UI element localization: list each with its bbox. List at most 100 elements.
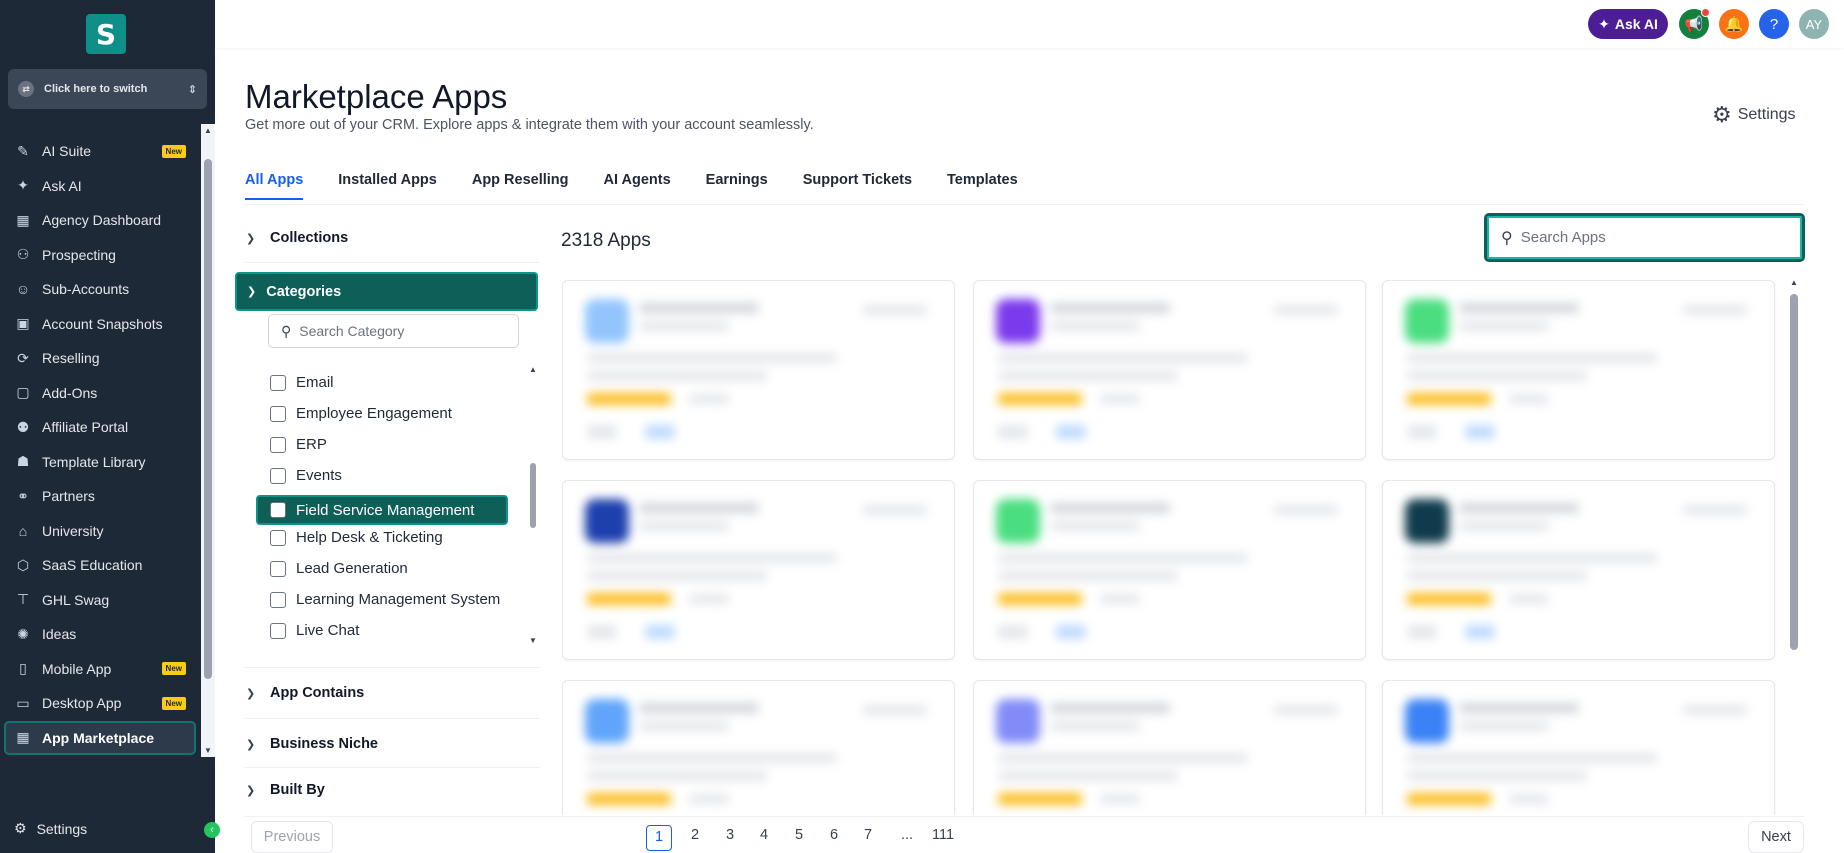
- sidebar-item-add-ons[interactable]: ▢ Add-Ons: [0, 376, 200, 411]
- category-option[interactable]: ERP: [270, 436, 327, 453]
- scroll-up-icon[interactable]: ▲: [1790, 278, 1798, 287]
- sidebar-item-account-snapshots[interactable]: ▣ Account Snapshots: [0, 307, 200, 342]
- category-checkbox[interactable]: [270, 529, 286, 546]
- page-number[interactable]: 2: [685, 827, 705, 843]
- scroll-up-icon[interactable]: ▲: [204, 126, 212, 135]
- page-number[interactable]: 4: [754, 827, 774, 843]
- blurred-placeholder: [689, 794, 729, 804]
- category-option[interactable]: Live Chat: [270, 622, 359, 639]
- page-number[interactable]: 7: [858, 827, 878, 843]
- category-option[interactable]: Learning Management System: [270, 591, 500, 608]
- category-checkbox[interactable]: [270, 622, 286, 639]
- blurred-placeholder: [863, 705, 927, 715]
- blurred-placeholder: [1407, 793, 1491, 805]
- page-number[interactable]: 1: [646, 825, 672, 851]
- sidebar-item-affiliate-portal[interactable]: ⚉ Affiliate Portal: [0, 410, 200, 445]
- sidebar-settings[interactable]: ⚙ Settings: [14, 820, 87, 837]
- search-icon: ⚲: [281, 322, 292, 339]
- category-checkbox[interactable]: [270, 374, 286, 391]
- tab-ai-agents[interactable]: AI Agents: [604, 172, 671, 200]
- category-checkbox[interactable]: [270, 405, 286, 422]
- page-number[interactable]: 3: [720, 827, 740, 843]
- scroll-up-icon[interactable]: ▲: [529, 365, 537, 374]
- sidebar-item-ghl-swag[interactable]: ⊤ GHL Swag: [0, 583, 200, 618]
- category-search-input[interactable]: ⚲ Search Category: [268, 314, 519, 348]
- blurred-placeholder: [1683, 505, 1747, 515]
- filter-categories[interactable]: ❯ Categories: [235, 272, 538, 311]
- category-option[interactable]: Employee Engagement: [270, 405, 452, 422]
- sidebar-item-ideas[interactable]: ✺ Ideas: [0, 617, 200, 652]
- sidebar-item-partners[interactable]: ⚭ Partners: [0, 479, 200, 514]
- app-card[interactable]: [562, 480, 955, 660]
- announcements-button[interactable]: 📢: [1679, 8, 1710, 39]
- category-option[interactable]: Field Service Management: [256, 495, 508, 525]
- sidebar-scroll-thumb[interactable]: [204, 159, 212, 679]
- sidebar-item-ai-suite[interactable]: ✎ AI Suite New: [0, 134, 200, 169]
- sidebar-item-sub-accounts[interactable]: ☺ Sub-Accounts: [0, 272, 200, 307]
- tab-support-tickets[interactable]: Support Tickets: [803, 172, 912, 200]
- category-option[interactable]: Help Desk & Ticketing: [270, 529, 443, 546]
- sidebar-item-template-library[interactable]: ☗ Template Library: [0, 445, 200, 480]
- sidebar-item-mobile-app[interactable]: ▯ Mobile App New: [0, 652, 200, 687]
- sidebar-item-ask-ai[interactable]: ✦ Ask AI: [0, 169, 200, 204]
- blurred-placeholder: [1459, 503, 1579, 513]
- category-scroll-thumb[interactable]: [530, 463, 536, 528]
- ask-ai-button[interactable]: ✦ Ask AI: [1588, 9, 1668, 39]
- help-button[interactable]: ?: [1759, 9, 1789, 39]
- main-scroll-thumb[interactable]: [1790, 294, 1798, 650]
- app-card[interactable]: [1382, 680, 1775, 815]
- sidebar-item-agency-dashboard[interactable]: ▦ Agency Dashboard: [0, 203, 200, 238]
- filter-collections[interactable]: ❯ Collections: [246, 230, 348, 246]
- sidebar-item-saas-education[interactable]: ⬡ SaaS Education: [0, 548, 200, 583]
- category-checkbox[interactable]: [270, 591, 286, 608]
- collapse-sidebar-button[interactable]: ‹: [204, 822, 220, 838]
- next-page-button[interactable]: Next: [1748, 821, 1804, 853]
- category-checkbox[interactable]: [270, 560, 286, 577]
- page-number[interactable]: 5: [789, 827, 809, 843]
- app-card[interactable]: [1382, 280, 1775, 460]
- sidebar-item-prospecting[interactable]: ⚇ Prospecting: [0, 238, 200, 273]
- category-checkbox[interactable]: [270, 467, 286, 484]
- filter-built-by[interactable]: ❯ Built By: [246, 782, 325, 798]
- tab-templates[interactable]: Templates: [947, 172, 1018, 200]
- blurred-placeholder: [1459, 721, 1549, 731]
- header-settings-button[interactable]: ⚙ Settings: [1712, 102, 1796, 128]
- main-scrollbar[interactable]: ▲: [1789, 278, 1799, 672]
- tab-installed-apps[interactable]: Installed Apps: [338, 172, 437, 200]
- app-card[interactable]: [562, 680, 955, 815]
- logo[interactable]: S: [86, 14, 126, 54]
- app-card[interactable]: [973, 680, 1366, 815]
- scroll-down-icon[interactable]: ▼: [529, 636, 537, 645]
- sidebar-item-desktop-app[interactable]: ▭ Desktop App New: [0, 686, 200, 721]
- tab-app-reselling[interactable]: App Reselling: [472, 172, 569, 200]
- tab-all-apps[interactable]: All Apps: [245, 172, 304, 200]
- app-card[interactable]: [973, 480, 1366, 660]
- blurred-placeholder: [1407, 771, 1587, 781]
- category-label: Lead Generation: [296, 560, 408, 577]
- account-switcher[interactable]: ⇄ Click here to switch ⇕: [8, 69, 207, 109]
- notifications-button[interactable]: 🔔: [1719, 9, 1749, 39]
- previous-page-button[interactable]: Previous: [251, 821, 333, 853]
- sidebar-item-university[interactable]: ⌂ University: [0, 514, 200, 549]
- sidebar-item-app-marketplace[interactable]: ▦ App Marketplace: [4, 720, 196, 755]
- category-option[interactable]: Email: [270, 374, 334, 391]
- category-option[interactable]: Events: [270, 467, 342, 484]
- avatar[interactable]: AY: [1799, 9, 1829, 39]
- app-card[interactable]: [1382, 480, 1775, 660]
- filter-app-contains[interactable]: ❯ App Contains: [246, 685, 364, 701]
- category-checkbox[interactable]: [270, 436, 286, 453]
- app-card[interactable]: [562, 280, 955, 460]
- page-number[interactable]: 111: [928, 827, 958, 843]
- filter-business-niche[interactable]: ❯ Business Niche: [246, 736, 378, 752]
- category-scrollbar[interactable]: ▲ ▼: [529, 365, 537, 645]
- category-checkbox[interactable]: [270, 502, 286, 518]
- sidebar-item-reselling[interactable]: ⟳ Reselling: [0, 341, 200, 376]
- sidebar-scrollbar[interactable]: ▲ ▼: [201, 124, 215, 757]
- category-option[interactable]: Lead Generation: [270, 560, 408, 577]
- page-number[interactable]: 6: [824, 827, 844, 843]
- tab-earnings[interactable]: Earnings: [706, 172, 768, 200]
- blurred-placeholder: [1459, 321, 1549, 331]
- search-apps-input[interactable]: ⚲ Search Apps: [1484, 213, 1805, 262]
- scroll-down-icon[interactable]: ▼: [204, 746, 212, 755]
- app-card[interactable]: [973, 280, 1366, 460]
